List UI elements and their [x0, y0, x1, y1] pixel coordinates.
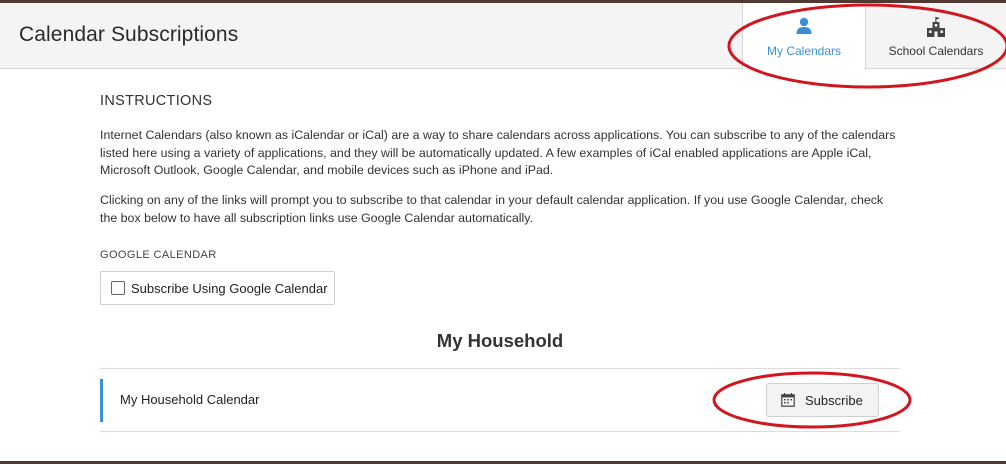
google-calendar-checkbox-label[interactable]: Subscribe Using Google Calendar — [131, 281, 328, 296]
tab-my-calendars-label: My Calendars — [766, 44, 842, 58]
tab-my-calendars[interactable]: My Calendars — [742, 3, 866, 70]
tab-school-calendars[interactable]: School Calendars — [866, 3, 1006, 69]
calendar-icon — [781, 393, 795, 412]
household-heading: My Household — [436, 330, 564, 351]
google-calendar-heading: GOOGLE CALENDAR — [100, 249, 217, 261]
google-calendar-checkbox[interactable] — [111, 281, 125, 295]
row-accent-bar — [100, 379, 103, 422]
school-building-icon — [926, 17, 946, 40]
instructions-paragraph-1: Internet Calendars (also known as iCalen… — [100, 128, 896, 177]
instructions-paragraph-2: Clicking on any of the links will prompt… — [100, 193, 884, 225]
person-icon — [796, 17, 812, 38]
instructions-heading: INSTRUCTIONS — [100, 93, 213, 109]
page-title: Calendar Subscriptions — [19, 23, 239, 46]
calendar-name: My Household Calendar — [120, 392, 260, 407]
page-header: Calendar Subscriptions My Calendars Scho… — [0, 3, 1006, 70]
subscribe-button[interactable]: Subscribe — [766, 383, 879, 417]
tab-school-calendars-label: School Calendars — [888, 44, 984, 58]
subscribe-button-label: Subscribe — [805, 393, 863, 408]
google-calendar-checkbox-control[interactable]: Subscribe Using Google Calendar — [100, 271, 335, 305]
calendar-row: My Household Calendar Subscribe — [100, 368, 900, 432]
